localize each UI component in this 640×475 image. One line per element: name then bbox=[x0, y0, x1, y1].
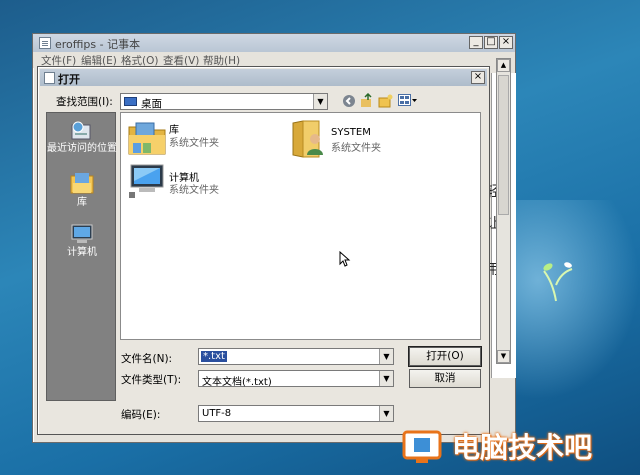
file-name: SYSTEM bbox=[331, 127, 371, 138]
scroll-thumb[interactable] bbox=[498, 75, 509, 215]
back-icon[interactable] bbox=[342, 94, 356, 108]
notepad-title-bar[interactable]: eroffips - 记事本 _ □ × bbox=[33, 34, 515, 52]
chevron-down-icon[interactable]: ▼ bbox=[379, 349, 393, 364]
libraries-icon bbox=[70, 173, 94, 194]
notepad-scrollbar[interactable]: ▲ ▼ bbox=[496, 58, 511, 364]
dialog-icon bbox=[44, 72, 55, 84]
dialog-close-button[interactable]: × bbox=[471, 71, 485, 84]
recent-places-icon bbox=[71, 121, 91, 140]
up-folder-icon[interactable] bbox=[360, 93, 374, 108]
encoding-value: UTF-8 bbox=[202, 408, 232, 419]
desktop-icon bbox=[124, 97, 137, 106]
file-type: 系统文件夹 bbox=[331, 143, 381, 154]
look-in-combo[interactable]: 桌面 ▼ bbox=[120, 93, 328, 110]
notepad-title: eroffips - 记事本 bbox=[55, 38, 141, 51]
chevron-down-icon[interactable]: ▼ bbox=[379, 406, 393, 421]
filetype-label: 文件类型(T): bbox=[121, 374, 182, 386]
computer-icon bbox=[129, 164, 164, 198]
chevron-down-icon[interactable]: ▼ bbox=[379, 371, 393, 386]
computer-icon bbox=[71, 224, 93, 243]
scroll-down-button[interactable]: ▼ bbox=[497, 350, 510, 363]
look-in-value: 桌面 bbox=[141, 98, 162, 110]
close-button[interactable]: × bbox=[499, 36, 513, 49]
view-menu-icon[interactable] bbox=[398, 94, 418, 107]
maximize-button[interactable]: □ bbox=[484, 36, 498, 49]
watermark: 电脑技术吧 bbox=[400, 424, 640, 468]
encoding-label: 编码(E): bbox=[121, 409, 161, 421]
notepad-icon bbox=[39, 37, 51, 49]
file-type: 系统文件夹 bbox=[169, 185, 219, 196]
filename-label: 文件名(N): bbox=[121, 353, 173, 365]
place-label: 库 bbox=[77, 197, 87, 208]
chevron-down-icon[interactable]: ▼ bbox=[313, 94, 327, 109]
watermark-logo-icon bbox=[402, 430, 442, 463]
filetype-value: 文本文档(*.txt) bbox=[202, 377, 272, 388]
user-folder-icon bbox=[292, 120, 323, 158]
open-button[interactable]: 打开(O) bbox=[409, 347, 481, 366]
places-bar: 最近访问的位置 库 计算机 bbox=[46, 112, 117, 401]
filename-combo[interactable]: *.txt ▼ bbox=[198, 348, 394, 365]
new-folder-icon[interactable] bbox=[378, 94, 393, 108]
libraries-folder-icon bbox=[128, 122, 166, 155]
dialog-title: 打开 bbox=[58, 73, 80, 86]
file-type: 系统文件夹 bbox=[169, 138, 219, 149]
dialog-title-bar[interactable]: 打开 × bbox=[40, 69, 487, 86]
cancel-button[interactable]: 取消 bbox=[409, 369, 481, 388]
filetype-select[interactable]: 文本文档(*.txt) ▼ bbox=[198, 370, 394, 388]
watermark-text: 电脑技术吧 bbox=[452, 431, 593, 464]
mouse-cursor-icon bbox=[339, 251, 351, 267]
open-dialog[interactable]: 打开 × 查找范围(I): 桌面 ▼ 最近访问的位置 库 计算机 库 系统文件夹… bbox=[37, 66, 490, 435]
place-label: 最近访问的位置 bbox=[47, 143, 117, 154]
scroll-up-button[interactable]: ▲ bbox=[497, 59, 510, 72]
filename-input[interactable]: *.txt bbox=[201, 351, 227, 362]
look-in-label: 查找范围(I): bbox=[56, 96, 113, 108]
minimize-button[interactable]: _ bbox=[469, 36, 483, 49]
desktop-logo-icon bbox=[543, 262, 573, 302]
encoding-select[interactable]: UTF-8 ▼ bbox=[198, 405, 394, 422]
file-list[interactable]: 库 系统文件夹 SYSTEM 系统文件夹 计算机 系统文件夹 bbox=[120, 112, 481, 340]
place-label: 计算机 bbox=[67, 247, 97, 258]
